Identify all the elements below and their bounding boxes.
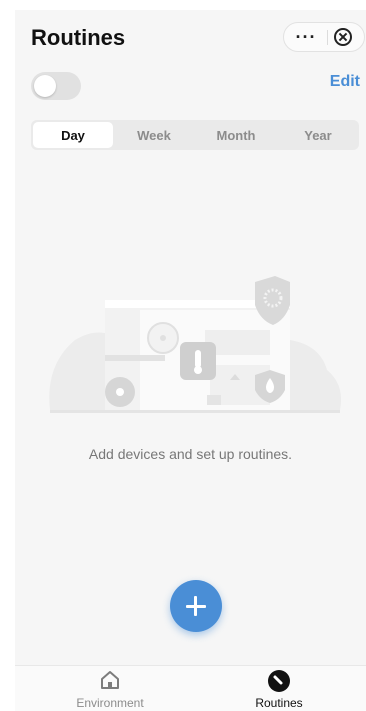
routines-toggle[interactable] — [31, 72, 81, 100]
home-icon — [101, 671, 119, 689]
mini-program-capsule: ··· — [283, 22, 365, 52]
bottom-navigation: Environment Routines — [15, 665, 366, 711]
app-screen: Routines ··· Edit Day Week Month Year Ad… — [15, 10, 366, 711]
page-title: Routines — [31, 25, 126, 50]
tab-week[interactable]: Week — [113, 120, 195, 150]
empty-state-illustration — [49, 276, 342, 413]
tab-day[interactable]: Day — [33, 122, 113, 148]
period-segmented-control: Day Week Month Year — [31, 120, 359, 150]
more-button[interactable]: ··· — [284, 23, 328, 51]
nav-item-environment[interactable]: Environment — [50, 666, 170, 711]
tab-year[interactable]: Year — [277, 120, 359, 150]
nav-label-environment: Environment — [76, 696, 144, 710]
empty-state-message: Add devices and set up routines. — [88, 446, 293, 462]
nav-item-routines[interactable]: Routines — [219, 666, 339, 711]
nav-label-routines: Routines — [255, 696, 303, 710]
capsule-divider — [327, 30, 328, 45]
toggle-knob — [34, 75, 56, 97]
edit-button[interactable]: Edit — [330, 73, 360, 91]
close-icon[interactable] — [334, 28, 352, 46]
routines-icon — [268, 670, 290, 692]
tab-month[interactable]: Month — [195, 120, 277, 150]
add-routine-button[interactable] — [170, 580, 222, 632]
